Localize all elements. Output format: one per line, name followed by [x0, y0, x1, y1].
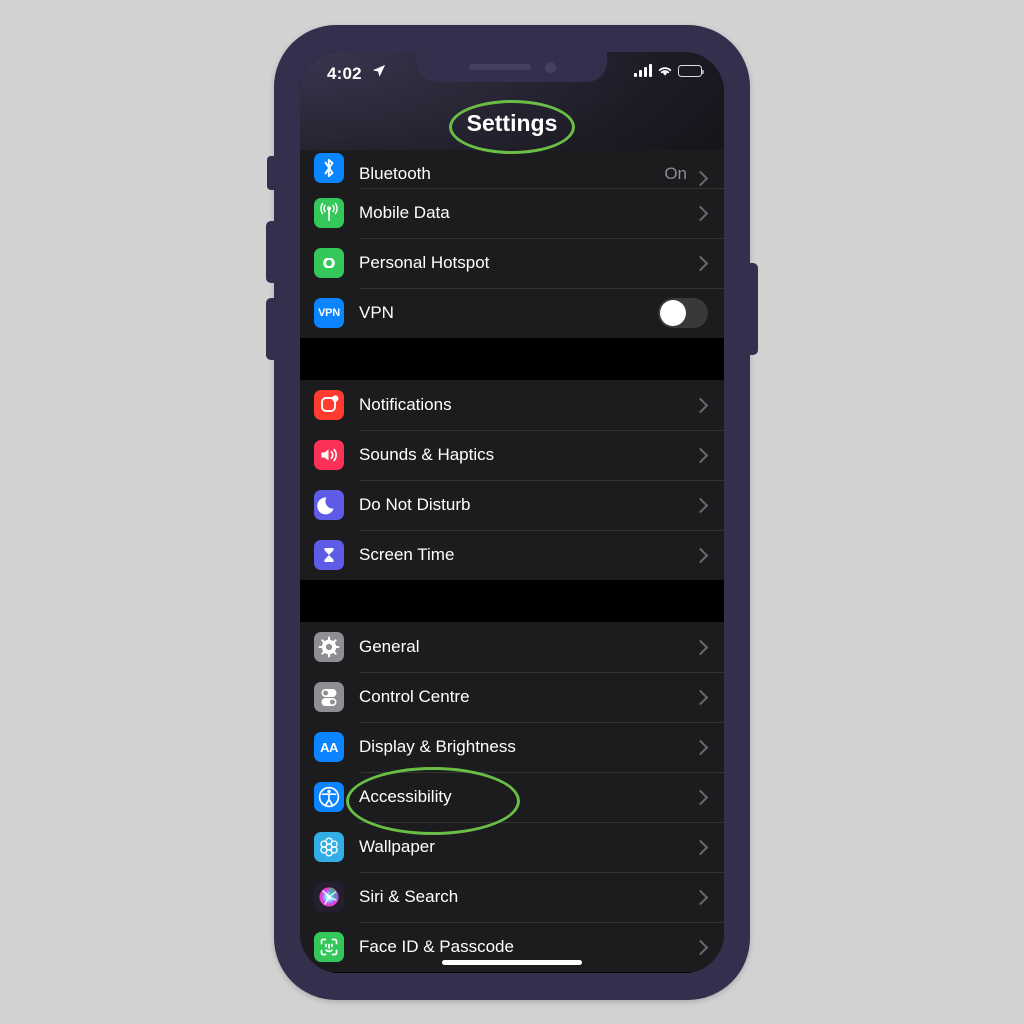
settings-row-label: Screen Time: [359, 545, 455, 564]
settings-row-label: Siri & Search: [359, 887, 459, 906]
chevron-right-icon: [692, 205, 709, 221]
bluetooth-icon: [314, 153, 344, 183]
settings-row-vpn[interactable]: VPN VPN: [300, 288, 724, 338]
settings-row-sounds-haptics[interactable]: Sounds & Haptics: [300, 430, 724, 480]
settings-row-label: General: [359, 637, 420, 656]
notch: [417, 52, 607, 82]
phone-screen: 4:02 Settings Bluetooth On Mobile Data P…: [300, 52, 724, 973]
settings-row-personal-hotspot[interactable]: Personal Hotspot: [300, 238, 724, 288]
notifications-icon: [314, 390, 344, 420]
hourglass-icon: [314, 540, 344, 570]
group-separator: [300, 338, 724, 380]
silence-switch[interactable]: [267, 156, 276, 190]
settings-row-label: Face ID & Passcode: [359, 937, 514, 956]
settings-row-label: Do Not Disturb: [359, 495, 471, 514]
chevron-right-icon: [692, 255, 709, 271]
settings-group-alerts: Notifications Sounds & Haptics Do Not Di…: [300, 380, 724, 580]
settings-row-general[interactable]: General: [300, 622, 724, 672]
chevron-right-icon: [692, 497, 709, 513]
chevron-right-icon: [692, 689, 709, 705]
settings-row-notifications[interactable]: Notifications: [300, 380, 724, 430]
speaker-waves-icon: [314, 440, 344, 470]
settings-row-screen-time[interactable]: Screen Time: [300, 530, 724, 580]
gear-icon: [314, 632, 344, 662]
settings-row-label: VPN: [359, 303, 394, 322]
settings-row-label: Personal Hotspot: [359, 253, 490, 272]
wallpaper-flower-icon: [314, 832, 344, 862]
home-indicator[interactable]: [442, 960, 582, 965]
settings-row-mobile-data[interactable]: Mobile Data: [300, 188, 724, 238]
settings-row-label: Wallpaper: [359, 837, 435, 856]
settings-row-do-not-disturb[interactable]: Do Not Disturb: [300, 480, 724, 530]
settings-group-system: General Control Centre AA Display & Brig…: [300, 622, 724, 972]
chevron-right-icon: [692, 447, 709, 463]
volume-up-button[interactable]: [266, 221, 276, 283]
moon-icon: [314, 490, 344, 520]
face-id-icon: [314, 932, 344, 962]
settings-row-siri-search[interactable]: Siri & Search: [300, 872, 724, 922]
hotspot-link-icon: [314, 248, 344, 278]
settings-row-label: Bluetooth: [359, 164, 431, 183]
display-brightness-aa-icon: AA: [314, 732, 344, 762]
accessibility-icon: [314, 782, 344, 812]
settings-group-connectivity: Bluetooth On Mobile Data Personal Hotspo…: [300, 150, 724, 338]
chevron-right-icon: [692, 170, 709, 187]
chevron-right-icon: [692, 397, 709, 413]
volume-down-button[interactable]: [266, 298, 276, 360]
chevron-right-icon: [692, 739, 709, 755]
settings-row-value: On: [664, 164, 687, 183]
vpn-icon: VPN: [314, 298, 344, 328]
settings-row-label: Notifications: [359, 395, 452, 414]
annotation-ellipse-settings: [449, 100, 575, 154]
earpiece-speaker: [469, 64, 531, 70]
front-camera-icon: [545, 62, 556, 73]
settings-row-bluetooth[interactable]: Bluetooth On: [300, 150, 724, 188]
cellular-tower-icon: [314, 198, 344, 228]
group-separator: [300, 580, 724, 622]
settings-row-label: Sounds & Haptics: [359, 445, 495, 464]
phone-frame: 4:02 Settings Bluetooth On Mobile Data P…: [266, 25, 758, 1000]
settings-row-display-brightness[interactable]: AA Display & Brightness: [300, 722, 724, 772]
settings-row-label: Display & Brightness: [359, 737, 516, 756]
chevron-right-icon: [692, 639, 709, 655]
siri-orb-icon: [314, 882, 344, 912]
chevron-right-icon: [692, 547, 709, 563]
chevron-right-icon: [692, 939, 709, 955]
settings-row-label: Control Centre: [359, 687, 470, 706]
settings-row-accessibility[interactable]: Accessibility: [300, 767, 724, 835]
vpn-toggle[interactable]: [658, 298, 708, 328]
settings-row-label: Accessibility: [359, 787, 452, 806]
settings-row-control-centre[interactable]: Control Centre: [300, 672, 724, 722]
settings-list[interactable]: Bluetooth On Mobile Data Personal Hotspo…: [300, 150, 724, 973]
power-button[interactable]: [748, 263, 758, 355]
settings-row-label: Mobile Data: [359, 203, 450, 222]
chevron-right-icon: [692, 839, 709, 855]
settings-row-wallpaper[interactable]: Wallpaper: [300, 822, 724, 872]
chevron-right-icon: [692, 889, 709, 905]
control-centre-toggles-icon: [314, 682, 344, 712]
chevron-right-icon: [692, 789, 709, 805]
